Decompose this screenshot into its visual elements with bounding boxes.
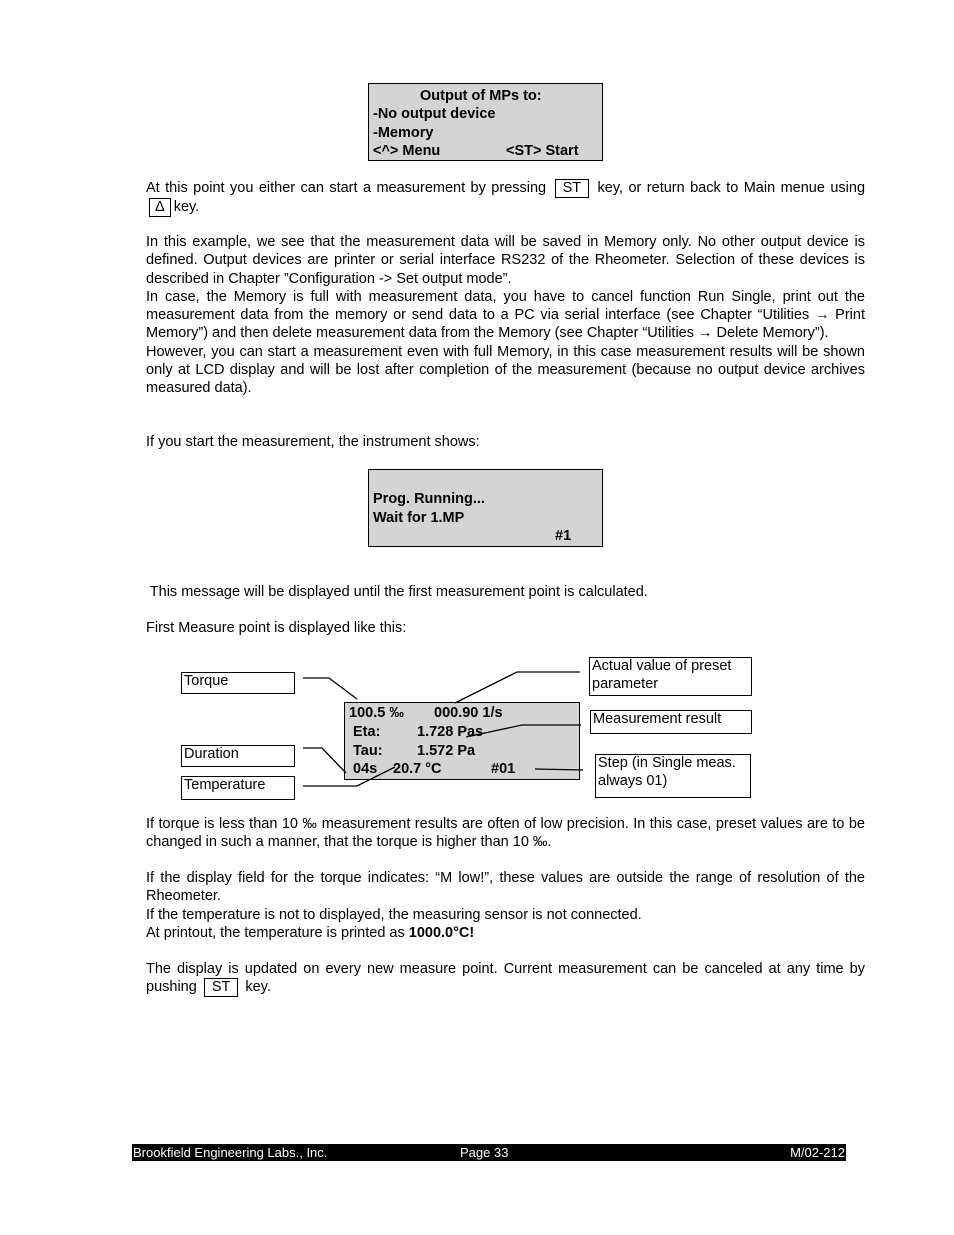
update-text-after: key. [245, 979, 271, 996]
leader-result [465, 724, 581, 738]
page-footer: Brookfield Engineering Labs., Inc. Page … [132, 1144, 846, 1161]
paragraph-printout: At printout, the temperature is printed … [146, 924, 865, 942]
paragraph-torque-text: If torque is less than 10 ‰ measurement … [146, 816, 865, 851]
paragraph-mlow: If the display field for the torque indi… [146, 869, 865, 942]
paragraph-mlow-2: If the temperature is not to displayed, … [146, 906, 642, 923]
leader-duration [303, 747, 347, 774]
footer-doc-id: M/02-212 [790, 1145, 845, 1160]
footer-page-number: Page 33 [460, 1145, 509, 1160]
st-key-cancel: ST [203, 978, 239, 998]
leader-preset [454, 671, 580, 704]
printout-text: At printout, the temperature is printed … [146, 924, 409, 941]
callout-leader-lines [303, 671, 584, 787]
paragraph-update: The display is updated on every new meas… [146, 960, 865, 998]
paragraph-mlow-1: If the display field for the torque indi… [146, 870, 865, 905]
leader-temperature [303, 766, 396, 787]
paragraph-torque: If torque is less than 10 ‰ measurement … [146, 815, 865, 852]
leader-step [534, 768, 584, 771]
footer-company: Brookfield Engineering Labs., Inc. [133, 1145, 328, 1160]
printout-value: 1000.0°C! [408, 924, 475, 941]
leader-torque [303, 677, 358, 700]
